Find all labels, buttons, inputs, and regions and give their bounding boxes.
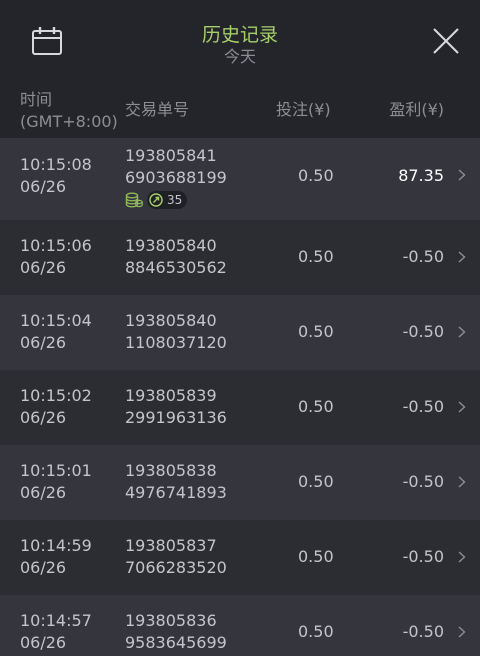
row-order-id-line1: 193805839 [125,386,217,405]
row-bet: 0.50 [298,547,334,566]
row-time-value: 10:15:01 [20,461,92,480]
row-order-id-line1: 193805837 [125,536,217,555]
spin-count: 35 [167,193,183,207]
row-date-value: 06/26 [20,483,67,502]
row-time: 10:14:57 06/26 [20,610,92,654]
row-profit: -0.50 [402,547,444,566]
column-header: 时间 (GMT+8:00) 交易单号 投注(¥) 盈利(¥) [0,86,480,138]
row-profit: -0.50 [402,472,444,491]
row-order-id-line1: 193805836 [125,611,217,630]
row-order-id: 193805840 8846530562 [125,235,227,279]
chevron-right-icon [458,551,466,563]
row-order-id-line2: 6903688199 [125,168,227,187]
history-list: 10:15:08 06/26 193805841 6903688199 35 0… [0,138,480,656]
row-order-id: 193805841 6903688199 [125,145,227,189]
row-date-value: 06/26 [20,633,67,652]
row-order-id: 193805836 9583645699 [125,610,227,654]
row-order-id-line2: 9583645699 [125,633,227,652]
row-time: 10:15:08 06/26 [20,154,92,198]
date-filter-label[interactable]: 今天 [0,48,480,66]
row-order-id-line2: 4976741893 [125,483,227,502]
row-bet: 0.50 [298,397,334,416]
title-wrap: 历史记录 今天 [0,22,480,66]
column-order-id: 交易单号 [125,100,190,119]
chevron-right-icon [458,401,466,413]
history-row[interactable]: 10:15:04 06/26 193805840 1108037120 0.50… [0,295,480,370]
column-time-zone: (GMT+8:00) [20,112,118,131]
row-profit: -0.50 [402,247,444,266]
row-date-value: 06/26 [20,333,67,352]
row-order-id: 193805839 2991963136 [125,385,227,429]
column-profit: 盈利(¥) [389,100,444,119]
history-row[interactable]: 10:15:06 06/26 193805840 8846530562 0.50… [0,220,480,295]
history-row[interactable]: 10:15:02 06/26 193805839 2991963136 0.50… [0,370,480,445]
row-time: 10:15:01 06/26 [20,460,92,504]
spin-count-badge: 35 [147,191,188,209]
row-profit: 87.35 [398,166,444,185]
row-profit: -0.50 [402,322,444,341]
row-time: 10:15:02 06/26 [20,385,92,429]
column-time: 时间 (GMT+8:00) [20,89,118,133]
row-bet: 0.50 [298,166,334,185]
row-date-value: 06/26 [20,177,67,196]
row-profit: -0.50 [402,397,444,416]
close-icon[interactable] [432,27,460,55]
history-row[interactable]: 10:15:08 06/26 193805841 6903688199 35 0… [0,138,480,220]
history-row[interactable]: 10:14:57 06/26 193805836 9583645699 0.50… [0,595,480,656]
row-time-value: 10:15:04 [20,311,92,330]
chevron-right-icon [458,326,466,338]
column-bet: 投注(¥) [276,100,331,119]
row-order-id: 193805840 1108037120 [125,310,227,354]
row-order-id: 193805838 4976741893 [125,460,227,504]
row-bet: 0.50 [298,322,334,341]
row-time-value: 10:14:59 [20,536,92,555]
row-date-value: 06/26 [20,258,67,277]
row-time: 10:15:06 06/26 [20,235,92,279]
row-order-id-line1: 193805840 [125,311,217,330]
chevron-right-icon [458,169,466,181]
row-date-value: 06/26 [20,558,67,577]
header-bar: 历史记录 今天 [0,0,480,86]
row-time: 10:14:59 06/26 [20,535,92,579]
chevron-right-icon [458,476,466,488]
column-time-label: 时间 [20,90,53,109]
row-profit: -0.50 [402,622,444,641]
row-bet: 0.50 [298,472,334,491]
row-date-value: 06/26 [20,408,67,427]
row-order-id-line2: 7066283520 [125,558,227,577]
chevron-right-icon [458,251,466,263]
refresh-icon [149,193,163,207]
history-row[interactable]: 10:15:01 06/26 193805838 4976741893 0.50… [0,445,480,520]
row-order-id-line1: 193805838 [125,461,217,480]
row-order-id: 193805837 7066283520 [125,535,227,579]
row-time-value: 10:14:57 [20,611,92,630]
row-bet: 0.50 [298,247,334,266]
row-order-id-line2: 1108037120 [125,333,227,352]
page-title: 历史记录 [201,24,278,46]
row-order-id-line1: 193805840 [125,236,217,255]
row-bet: 0.50 [298,622,334,641]
row-time: 10:15:04 06/26 [20,310,92,354]
history-row[interactable]: 10:14:59 06/26 193805837 7066283520 0.50… [0,520,480,595]
row-order-id-line2: 2991963136 [125,408,227,427]
row-time-value: 10:15:02 [20,386,92,405]
row-badges: 35 [125,191,188,209]
row-order-id-line1: 193805841 [125,146,217,165]
row-order-id-line2: 8846530562 [125,258,227,277]
coins-icon [125,192,143,208]
row-time-value: 10:15:06 [20,236,92,255]
chevron-right-icon [458,626,466,638]
row-time-value: 10:15:08 [20,155,92,174]
